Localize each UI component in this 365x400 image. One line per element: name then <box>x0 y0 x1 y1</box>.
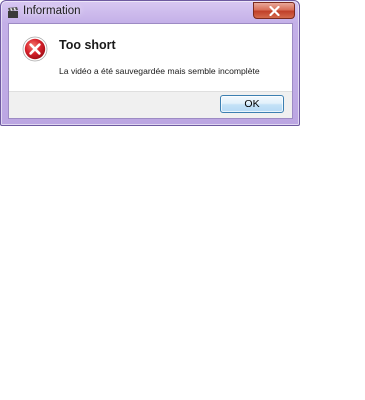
close-button[interactable] <box>253 2 295 19</box>
dialog-content: Too short La vidéo a été sauvegardée mai… <box>8 23 293 119</box>
title-bar[interactable]: Information <box>1 1 299 23</box>
close-icon <box>269 6 280 16</box>
dialog-message: La vidéo a été sauvegardée mais semble i… <box>59 66 260 76</box>
ok-button[interactable]: OK <box>220 95 284 113</box>
dialog-heading: Too short <box>59 38 116 52</box>
button-bar: OK <box>9 91 292 118</box>
clapperboard-icon <box>7 6 19 18</box>
dialog-window: Information Too short La vidéo a été sau… <box>0 0 300 126</box>
error-icon <box>22 36 48 62</box>
window-title: Information <box>23 5 81 17</box>
